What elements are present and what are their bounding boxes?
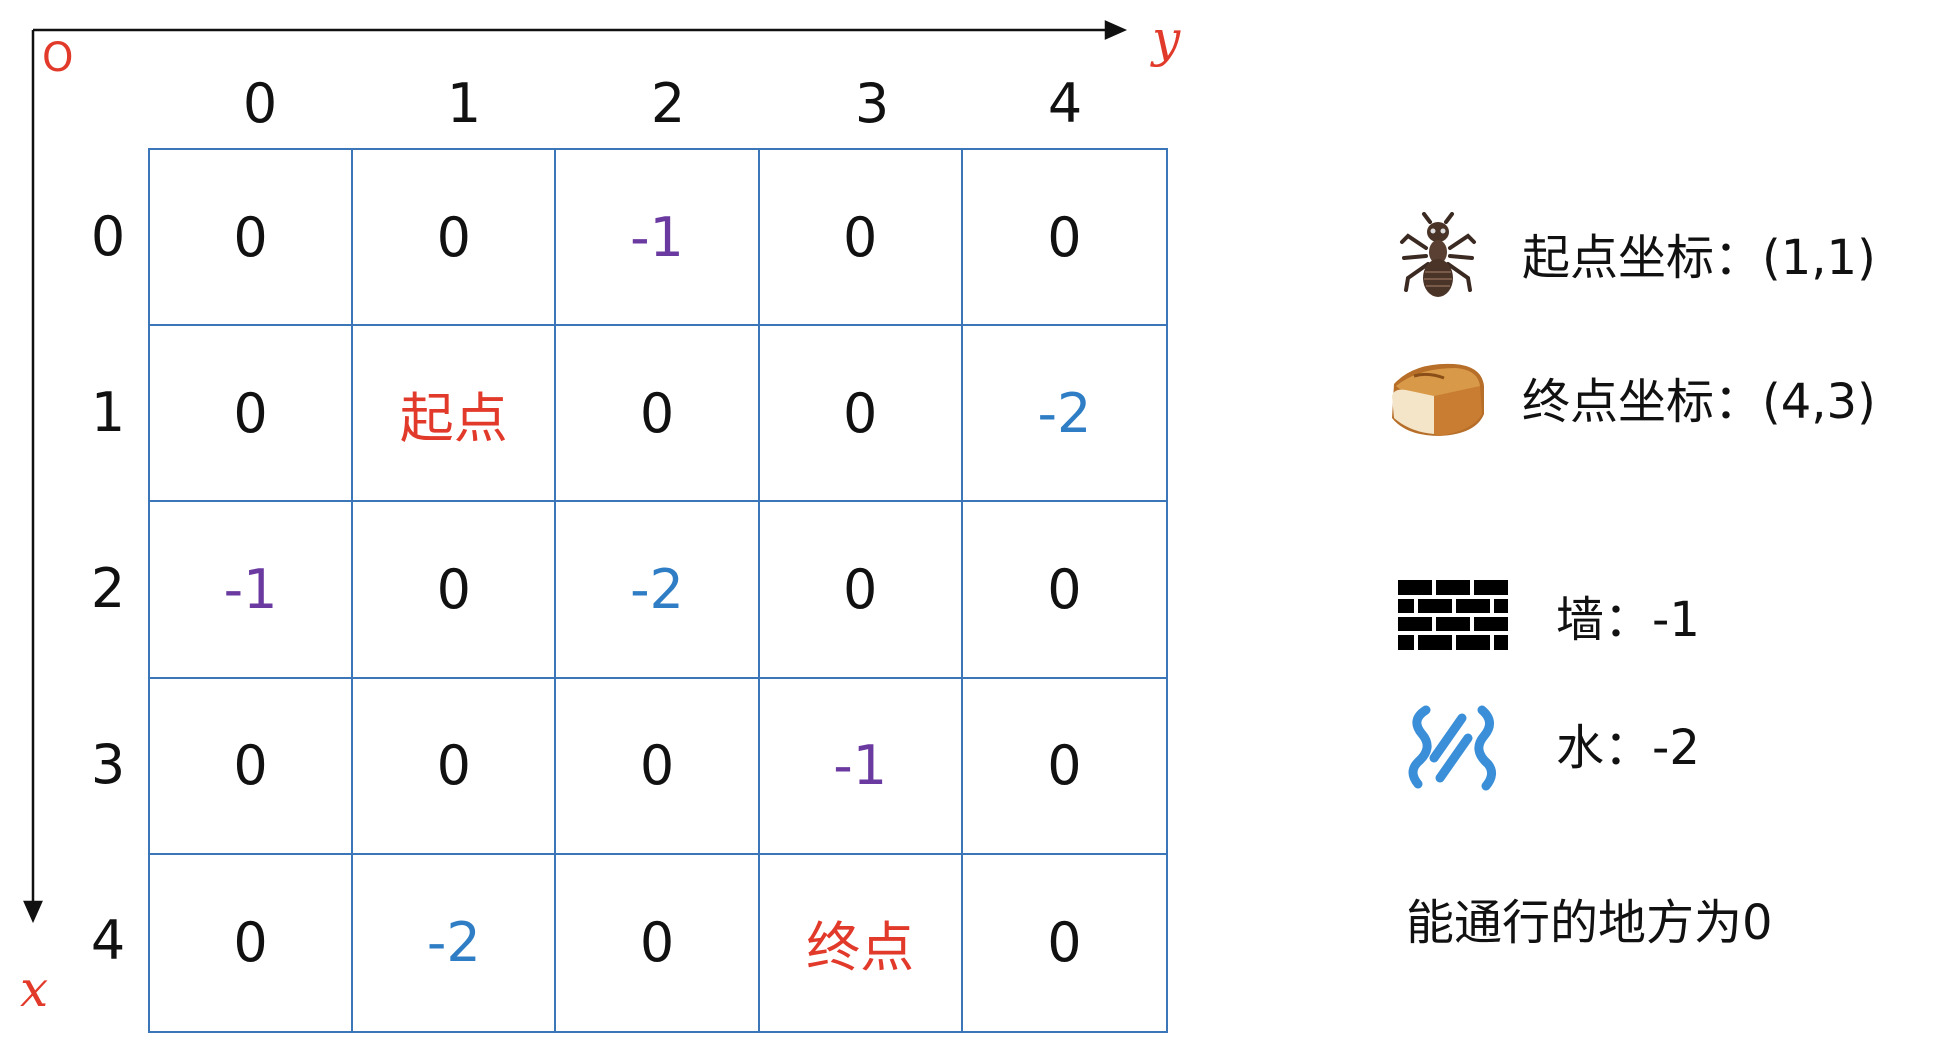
column-header-3: 3 (854, 72, 890, 135)
grid-cell-r2-c0: -1 (150, 502, 354, 679)
grid-cell-r2-c3: 0 (759, 502, 963, 679)
grid-cell-r1-c3: 0 (759, 326, 963, 503)
origin-label: O (42, 35, 74, 81)
grid-cell-r4-c0: 0 (150, 854, 354, 1031)
grid-cell-r0-c4: 0 (962, 150, 1166, 327)
bread-icon (1392, 363, 1484, 436)
grid-cell-r4-c4: 0 (1047, 911, 1082, 975)
grid-cell-r1-c2: 0 (556, 326, 760, 503)
row-header-0: 0 (90, 205, 126, 268)
legend-end-text: 终点坐标：(4,3) (1522, 374, 1876, 430)
column-header-1: 1 (446, 72, 482, 135)
grid-cell-r1-c0: 0 (150, 326, 354, 503)
grid-cell-r2-c4: 0 (962, 502, 1166, 679)
grid-cell-r4-c1: -2 (353, 854, 557, 1031)
row-header-1: 1 (90, 381, 126, 444)
row-header-3: 3 (90, 733, 126, 796)
grid-cell-r0-c2: -1 (556, 150, 760, 327)
grid-cell-r2-c2: -2 (556, 502, 760, 679)
maze-grid: 0 0 -1 0 0 0 起点 0 0 -2 -1 0 -2 0 0 0 0 0 -1 0 0 -2 0 终点 0 (148, 148, 1168, 1033)
grid-cell-r3-c3: -1 (759, 678, 963, 855)
grid-cell-r3-c0: 0 (150, 678, 354, 855)
ant-icon (1400, 212, 1476, 297)
brick-wall-icon (1398, 580, 1508, 650)
grid-cell-r1-c4: -2 (962, 326, 1166, 503)
grid-cell-r4-c2: 0 (556, 854, 760, 1031)
grid-cell-r4-c3: 终点 (760, 854, 963, 1031)
column-header-2: 2 (650, 72, 686, 135)
x-axis-label: x (20, 960, 49, 1018)
grid-cell-r3-c2: 0 (556, 678, 760, 855)
y-axis-label: y (1152, 10, 1181, 68)
column-header-0: 0 (242, 72, 278, 135)
grid-cell-r2-c1: 0 (353, 502, 557, 679)
legend-start-text: 起点坐标：(1,1) (1522, 230, 1876, 286)
grid-cell-r0-c3: 0 (759, 150, 963, 327)
water-icon (1408, 705, 1496, 791)
row-header-4: 4 (90, 909, 126, 972)
column-header-4: 4 (1047, 72, 1083, 135)
grid-cell-r3-c1: 0 (353, 678, 557, 855)
legend-water-text: 水：-2 (1556, 720, 1700, 776)
grid-cell-r0-c1: 0 (353, 150, 557, 327)
legend-wall-text: 墙：-1 (1556, 592, 1700, 648)
row-header-2: 2 (90, 557, 126, 620)
passable-note: 能通行的地方为0 (1406, 895, 1773, 951)
grid-cell-r3-c4: 0 (962, 679, 1166, 855)
grid-cell-r1-c1: 起点 (353, 326, 557, 503)
grid-cell-r0-c0: 0 (150, 150, 354, 327)
